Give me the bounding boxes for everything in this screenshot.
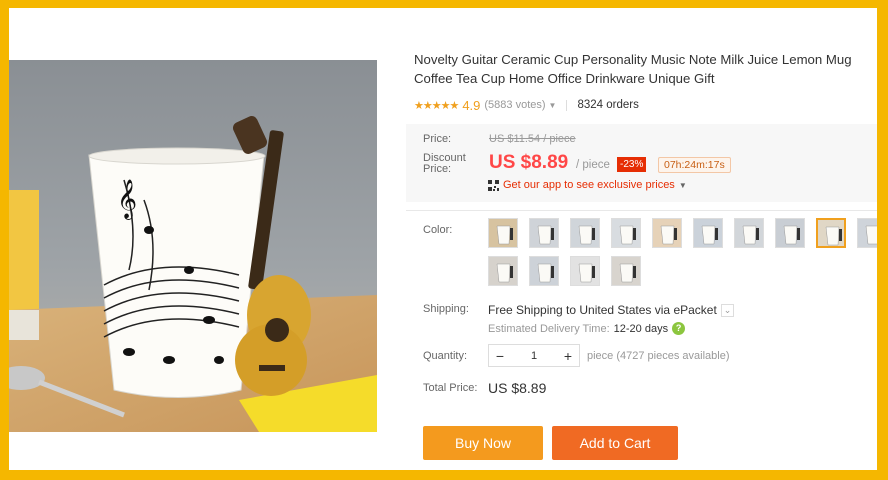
shipping-label: Shipping:	[423, 303, 469, 315]
color-swatch[interactable]	[570, 218, 600, 248]
caret-down-icon: ▼	[678, 180, 687, 190]
product-details-panel: Novelty Guitar Ceramic Cup Personality M…	[406, 44, 877, 470]
rating-score: 4.9	[462, 97, 481, 113]
color-swatch[interactable]	[652, 218, 682, 248]
app-promo-link[interactable]: Get our app to see exclusive prices ▼	[488, 179, 687, 191]
color-swatch[interactable]	[693, 218, 723, 248]
svg-text:𝄞: 𝄞	[117, 179, 137, 220]
product-image[interactable]: 𝄞	[9, 60, 377, 432]
countdown-timer: 07h:24m:17s	[658, 157, 731, 173]
divider	[406, 210, 877, 211]
divider	[566, 99, 568, 111]
discount-label-line2: Price:	[423, 163, 452, 175]
color-swatch[interactable]	[529, 256, 559, 286]
chevron-down-icon[interactable]: ▼	[549, 101, 557, 110]
decrease-quantity-button[interactable]: −	[489, 348, 511, 364]
product-page: 𝄞 Novelty Guitar Ceramic Cup Personality…	[9, 8, 877, 470]
quantity-input[interactable]: 1	[511, 350, 557, 362]
discount-badge: -23%	[617, 157, 647, 172]
color-swatch[interactable]	[529, 218, 559, 248]
color-swatch[interactable]	[611, 256, 641, 286]
estimate-days: 12-20 days	[613, 322, 669, 335]
help-icon[interactable]: ?	[672, 322, 686, 335]
color-label: Color:	[423, 224, 453, 236]
stock-availability: piece (4727 pieces available)	[587, 350, 730, 362]
add-to-cart-button[interactable]: Add to Cart	[552, 426, 678, 460]
qr-code-icon	[488, 179, 499, 191]
buy-now-button[interactable]: Buy Now	[423, 426, 543, 460]
quantity-label: Quantity:	[423, 350, 468, 362]
discount-price: US $8.89	[489, 152, 569, 173]
total-price-label: Total Price:	[423, 382, 478, 394]
order-count: 8324 orders	[577, 99, 639, 111]
shipping-method-selector[interactable]: Free Shipping to United States via ePack…	[488, 303, 735, 317]
rating-row: ★★★★★ 4.9 (5883 votes) ▼ 8324 orders	[414, 97, 639, 113]
rating-stars: ★★★★★	[414, 99, 459, 112]
color-swatch[interactable]	[570, 256, 600, 286]
price-label: Price:	[423, 133, 452, 145]
per-piece-unit: / piece	[576, 159, 610, 171]
estimate-label: Estimated Delivery Time:	[488, 322, 610, 335]
total-price: US $8.89	[488, 380, 547, 396]
product-title: Novelty Guitar Ceramic Cup Personality M…	[414, 52, 852, 86]
color-swatch[interactable]	[775, 218, 805, 248]
app-promo-text: Get our app to see exclusive prices	[503, 179, 675, 191]
delivery-estimate: Estimated Delivery Time: 12-20 days ?	[488, 322, 686, 335]
color-swatch[interactable]	[488, 218, 518, 248]
color-swatch[interactable]	[488, 256, 518, 286]
color-swatch[interactable]	[611, 218, 641, 248]
original-price: US $11.54 / piece	[489, 133, 576, 145]
vote-count-link[interactable]: (5883 votes)	[484, 99, 545, 111]
color-swatch[interactable]	[816, 218, 846, 248]
shipping-method: Free Shipping to United States via ePack…	[488, 303, 717, 317]
color-swatch[interactable]	[857, 218, 877, 248]
color-swatch[interactable]	[734, 218, 764, 248]
chevron-down-icon[interactable]: ⌄	[720, 303, 735, 317]
price-box: Price: US $11.54 / piece Discount Price:…	[406, 124, 877, 202]
quantity-stepper: − 1 +	[488, 344, 580, 367]
increase-quantity-button[interactable]: +	[557, 348, 579, 364]
